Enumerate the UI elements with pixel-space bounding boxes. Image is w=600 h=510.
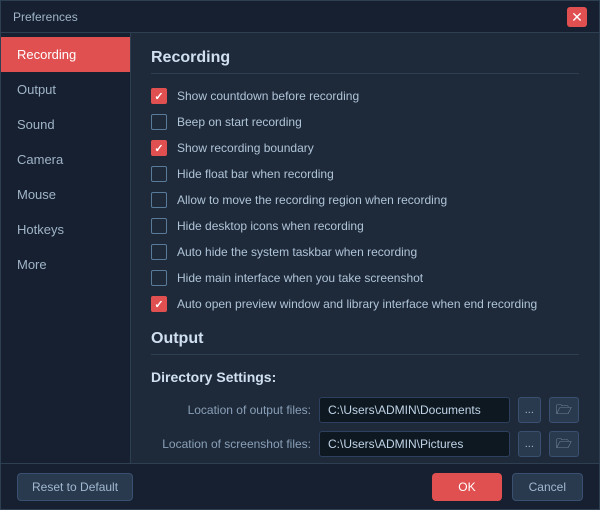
sidebar-item-mouse[interactable]: Mouse bbox=[1, 177, 130, 212]
footer: Reset to Default OK Cancel bbox=[1, 463, 599, 509]
checkbox-auto-open[interactable] bbox=[151, 296, 167, 312]
title-bar: Preferences ✕ bbox=[1, 1, 599, 33]
checkbox-row-beep: Beep on start recording bbox=[151, 114, 579, 130]
directory-settings-label: Directory Settings: bbox=[151, 369, 579, 385]
close-button[interactable]: ✕ bbox=[567, 7, 587, 27]
checkbox-countdown-label: Show countdown before recording bbox=[177, 89, 359, 103]
checkbox-countdown[interactable] bbox=[151, 88, 167, 104]
screenshot-files-browse-folder[interactable]: 🗁 bbox=[549, 431, 579, 457]
checkbox-row-move-region: Allow to move the recording region when … bbox=[151, 192, 579, 208]
content-area: Recording Show countdown before recordin… bbox=[131, 33, 599, 463]
checkbox-hide-main-label: Hide main interface when you take screen… bbox=[177, 271, 423, 285]
checkbox-float-bar[interactable] bbox=[151, 166, 167, 182]
dialog-title: Preferences bbox=[13, 10, 78, 24]
cancel-button[interactable]: Cancel bbox=[512, 473, 583, 501]
checkbox-beep[interactable] bbox=[151, 114, 167, 130]
checkbox-boundary[interactable] bbox=[151, 140, 167, 156]
output-section-title: Output bbox=[151, 330, 579, 355]
recording-section-title: Recording bbox=[151, 49, 579, 74]
screenshot-files-label: Location of screenshot files: bbox=[151, 437, 311, 451]
checkbox-row-hide-main: Hide main interface when you take screen… bbox=[151, 270, 579, 286]
preferences-dialog: Preferences ✕ Recording Output Sound Cam… bbox=[0, 0, 600, 510]
output-files-input[interactable] bbox=[319, 397, 510, 423]
sidebar-item-sound[interactable]: Sound bbox=[1, 107, 130, 142]
sidebar: Recording Output Sound Camera Mouse Hotk… bbox=[1, 33, 131, 463]
output-files-label: Location of output files: bbox=[151, 403, 311, 417]
checkbox-desktop-icons-label: Hide desktop icons when recording bbox=[177, 219, 364, 233]
checkbox-move-region[interactable] bbox=[151, 192, 167, 208]
checkbox-row-boundary: Show recording boundary bbox=[151, 140, 579, 156]
output-section: Output Directory Settings: Location of o… bbox=[151, 330, 579, 463]
checkbox-taskbar-label: Auto hide the system taskbar when record… bbox=[177, 245, 417, 259]
checkbox-boundary-label: Show recording boundary bbox=[177, 141, 314, 155]
checkbox-move-region-label: Allow to move the recording region when … bbox=[177, 193, 447, 207]
checkbox-beep-label: Beep on start recording bbox=[177, 115, 302, 129]
output-files-row: Location of output files: ... 🗁 bbox=[151, 397, 579, 423]
output-files-browse-folder[interactable]: 🗁 bbox=[549, 397, 579, 423]
checkbox-float-bar-label: Hide float bar when recording bbox=[177, 167, 334, 181]
sidebar-item-more[interactable]: More bbox=[1, 247, 130, 282]
main-content: Recording Output Sound Camera Mouse Hotk… bbox=[1, 33, 599, 463]
checkbox-auto-open-label: Auto open preview window and library int… bbox=[177, 297, 537, 311]
checkbox-hide-main[interactable] bbox=[151, 270, 167, 286]
checkbox-row-float-bar: Hide float bar when recording bbox=[151, 166, 579, 182]
checkbox-row-countdown: Show countdown before recording bbox=[151, 88, 579, 104]
screenshot-files-browse-dots[interactable]: ... bbox=[518, 431, 541, 457]
screenshot-files-input[interactable] bbox=[319, 431, 510, 457]
checkbox-row-desktop-icons: Hide desktop icons when recording bbox=[151, 218, 579, 234]
sidebar-item-recording[interactable]: Recording bbox=[1, 37, 130, 72]
checkbox-row-auto-open: Auto open preview window and library int… bbox=[151, 296, 579, 312]
sidebar-item-camera[interactable]: Camera bbox=[1, 142, 130, 177]
checkbox-row-taskbar: Auto hide the system taskbar when record… bbox=[151, 244, 579, 260]
footer-right: OK Cancel bbox=[432, 473, 583, 501]
screenshot-files-row: Location of screenshot files: ... 🗁 bbox=[151, 431, 579, 457]
checkbox-desktop-icons[interactable] bbox=[151, 218, 167, 234]
sidebar-item-hotkeys[interactable]: Hotkeys bbox=[1, 212, 130, 247]
sidebar-item-output[interactable]: Output bbox=[1, 72, 130, 107]
ok-button[interactable]: OK bbox=[432, 473, 501, 501]
reset-button[interactable]: Reset to Default bbox=[17, 473, 133, 501]
output-files-browse-dots[interactable]: ... bbox=[518, 397, 541, 423]
checkbox-taskbar[interactable] bbox=[151, 244, 167, 260]
